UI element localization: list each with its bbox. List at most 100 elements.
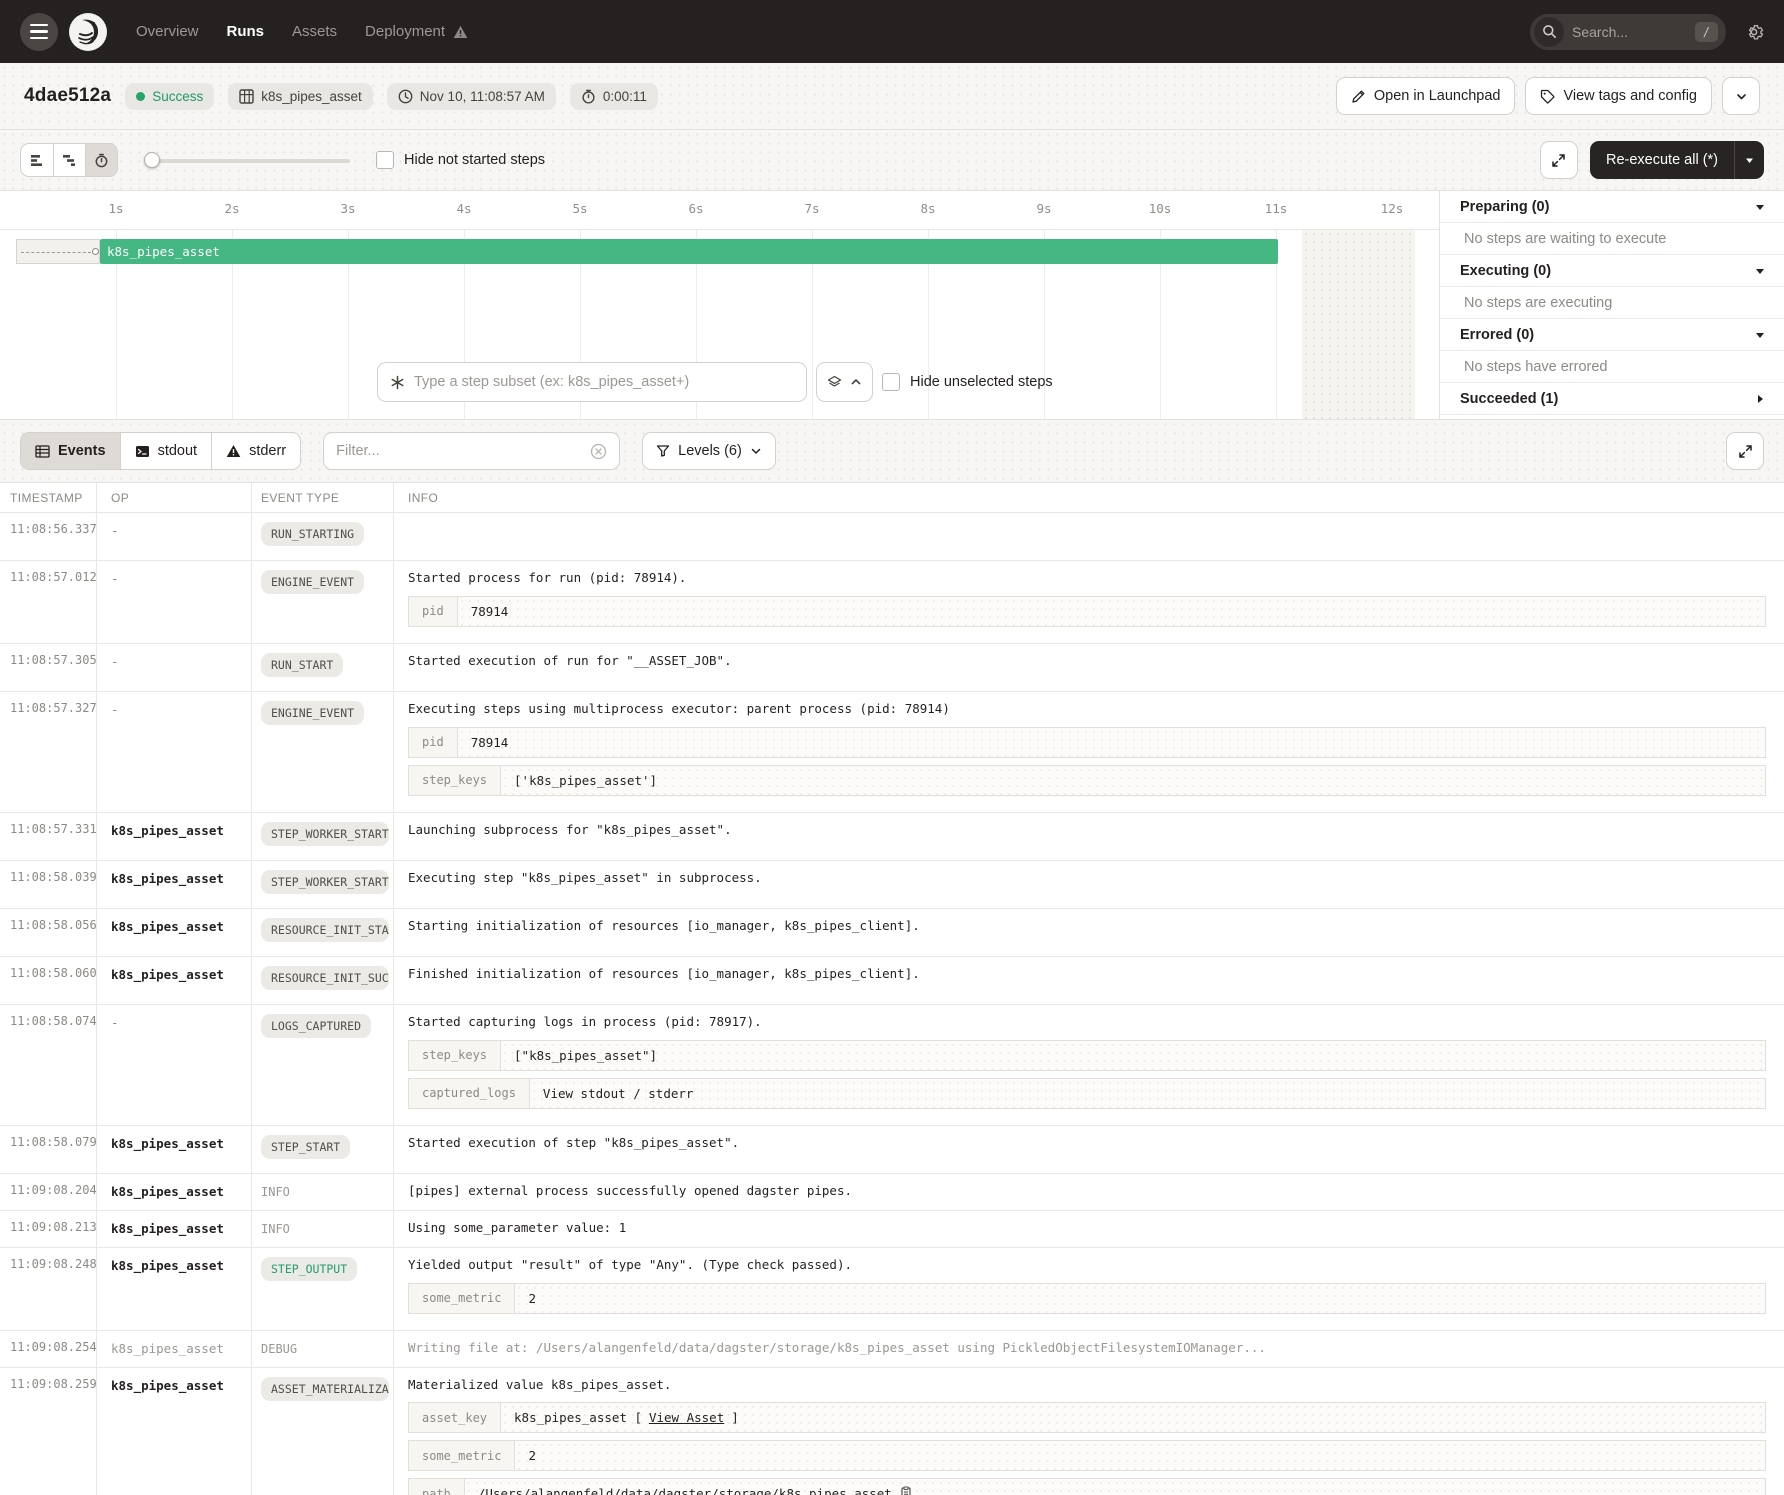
hamburger-menu-icon[interactable] (20, 13, 58, 51)
run-header: 4dae512a Success k8s_pipes_asset Nov 10,… (0, 63, 1784, 130)
tab-stdout[interactable]: stdout (120, 433, 212, 469)
event-timestamp[interactable]: 11:09:08.213 (0, 1211, 96, 1247)
levels-dropdown[interactable]: Levels (6) (642, 432, 776, 470)
events-expand-button[interactable] (1726, 432, 1764, 470)
event-timestamp[interactable]: 11:08:58.056 (0, 909, 96, 956)
nav-item-runs[interactable]: Runs (227, 23, 265, 40)
flat-layout-icon[interactable] (21, 144, 53, 176)
event-metadata: asset_keyk8s_pipes_asset [View Asset]som… (408, 1402, 1766, 1495)
header-more-dropdown-button[interactable] (1722, 77, 1760, 115)
metadata-key: some_metric (409, 1441, 515, 1470)
search-input[interactable]: Search... / (1530, 14, 1726, 50)
event-timestamp[interactable]: 11:08:58.079 (0, 1126, 96, 1173)
event-info-cell: Started execution of run for "__ASSET_JO… (393, 644, 1784, 691)
graph-query-toggle-button[interactable] (816, 362, 873, 402)
axis-tick-label: 11s (1265, 201, 1288, 216)
reexecute-all-button[interactable]: Re-execute all (*) (1590, 141, 1764, 179)
clear-filter-icon[interactable] (590, 443, 607, 460)
copy-icon[interactable] (899, 1486, 913, 1495)
clock-icon (398, 89, 413, 104)
event-timestamp[interactable]: 11:08:57.305 (0, 644, 96, 691)
caret-down-icon (1744, 155, 1755, 166)
event-timestamp[interactable]: 11:08:58.039 (0, 861, 96, 908)
event-timestamp[interactable]: 11:08:58.060 (0, 957, 96, 1004)
job-tag[interactable]: k8s_pipes_asset (228, 83, 373, 110)
expand-icon (1738, 444, 1753, 459)
steps-section-executing[interactable]: Executing (0) (1440, 255, 1784, 287)
event-type-badge: ENGINE_EVENT (261, 570, 364, 594)
tab-events[interactable]: Events (21, 433, 120, 469)
steps-section-errored[interactable]: Errored (0) (1440, 319, 1784, 351)
event-row: 11:08:58.074-LOGS_CAPTUREDStarted captur… (0, 1005, 1784, 1126)
gantt-wait-marker-icon (92, 248, 99, 255)
chevron-down-icon (1735, 90, 1748, 103)
event-timestamp[interactable]: 11:09:08.254 (0, 1331, 96, 1367)
nav-item-overview[interactable]: Overview (136, 23, 199, 40)
event-timestamp[interactable]: 11:08:57.327 (0, 692, 96, 812)
step-subset-input[interactable]: Type a step subset (ex: k8s_pipes_asset+… (377, 362, 807, 402)
event-type-badge: ENGINE_EVENT (261, 701, 364, 725)
checkbox-icon[interactable] (376, 151, 394, 169)
event-metadata: pid78914 (408, 596, 1766, 627)
event-op: - (111, 702, 119, 717)
settings-gear-icon[interactable] (1744, 22, 1764, 42)
hide-not-started-checkbox[interactable]: Hide not started steps (376, 151, 545, 169)
search-icon (1534, 17, 1564, 47)
steps-section-preparing[interactable]: Preparing (0) (1440, 191, 1784, 223)
event-row: 11:08:58.060k8s_pipes_assetRESOURCE_INIT… (0, 957, 1784, 1005)
timed-layout-icon[interactable] (85, 144, 117, 176)
event-type-badge: RESOURCE_INIT_SUCC… (261, 966, 389, 990)
event-timestamp[interactable]: 11:08:57.012 (0, 561, 96, 643)
terminal-icon (135, 444, 150, 459)
dagster-logo-icon[interactable] (68, 12, 108, 52)
event-timestamp[interactable]: 11:09:08.259 (0, 1368, 96, 1495)
event-message: Started capturing logs in process (pid: … (408, 1014, 1784, 1031)
gantt-expand-button[interactable] (1540, 141, 1578, 179)
metadata-link[interactable]: View Asset (649, 1410, 724, 1425)
open-in-launchpad-button[interactable]: Open in Launchpad (1336, 77, 1516, 115)
event-type-badge: INFO (261, 1183, 290, 1199)
log-filter-input[interactable]: Filter... (323, 432, 620, 470)
reexecute-dropdown-caret[interactable] (1734, 141, 1764, 179)
steps-section-empty-message: No steps are executing (1440, 287, 1784, 319)
event-message: Executing step "k8s_pipes_asset" in subp… (408, 870, 1784, 887)
gantt-zoom-slider[interactable] (144, 152, 350, 168)
layers-icon (827, 375, 842, 390)
status-badge: Success (125, 83, 214, 110)
filter-placeholder: Filter... (336, 443, 590, 459)
event-op: - (111, 523, 119, 538)
steps-section-succeeded[interactable]: Succeeded (1) (1440, 383, 1784, 415)
metadata-value: 2 (515, 1284, 1765, 1313)
event-timestamp[interactable]: 11:08:57.331 (0, 813, 96, 860)
event-timestamp[interactable]: 11:09:08.204 (0, 1174, 96, 1210)
run-steps-panel: Preparing (0)No steps are waiting to exe… (1440, 191, 1784, 419)
tab-stderr[interactable]: stderr (211, 433, 300, 469)
checkbox-icon[interactable] (882, 373, 900, 391)
axis-tick-label: 4s (456, 201, 471, 216)
column-header-op: OP (96, 483, 251, 512)
view-tags-config-button[interactable]: View tags and config (1525, 77, 1712, 115)
metadata-link[interactable]: /Users/alangenfeld/data/dagster/storage/… (478, 1486, 892, 1495)
event-type-badge: DEBUG (261, 1340, 297, 1356)
status-dot-icon (136, 92, 145, 101)
event-timestamp[interactable]: 11:08:58.074 (0, 1005, 96, 1125)
metadata-key: pid (409, 728, 458, 757)
metadata-value: 78914 (458, 597, 1765, 626)
waterfall-layout-icon[interactable] (53, 144, 85, 176)
gantt-step-bar[interactable]: k8s_pipes_asset (100, 239, 1278, 264)
event-type-badge: RUN_START (261, 653, 343, 677)
hide-unselected-checkbox[interactable]: Hide unselected steps (882, 373, 1053, 391)
metadata-key: step_keys (409, 1041, 501, 1070)
caret-down-icon (1754, 201, 1766, 213)
axis-tick-label: 9s (1036, 201, 1051, 216)
event-timestamp[interactable]: 11:09:08.248 (0, 1248, 96, 1330)
gantt-waiting-box (16, 239, 100, 264)
slider-handle[interactable] (144, 152, 160, 168)
event-row: 11:09:08.254k8s_pipes_assetDEBUGWriting … (0, 1331, 1784, 1368)
gantt-overtime-shade (1302, 230, 1415, 419)
event-timestamp[interactable]: 11:08:56.337 (0, 513, 96, 560)
nav-item-assets[interactable]: Assets (292, 23, 337, 40)
duration-badge: 0:00:11 (570, 83, 658, 110)
nav-item-deployment[interactable]: Deployment (365, 23, 468, 40)
event-message: Writing file at: /Users/alangenfeld/data… (408, 1340, 1784, 1357)
